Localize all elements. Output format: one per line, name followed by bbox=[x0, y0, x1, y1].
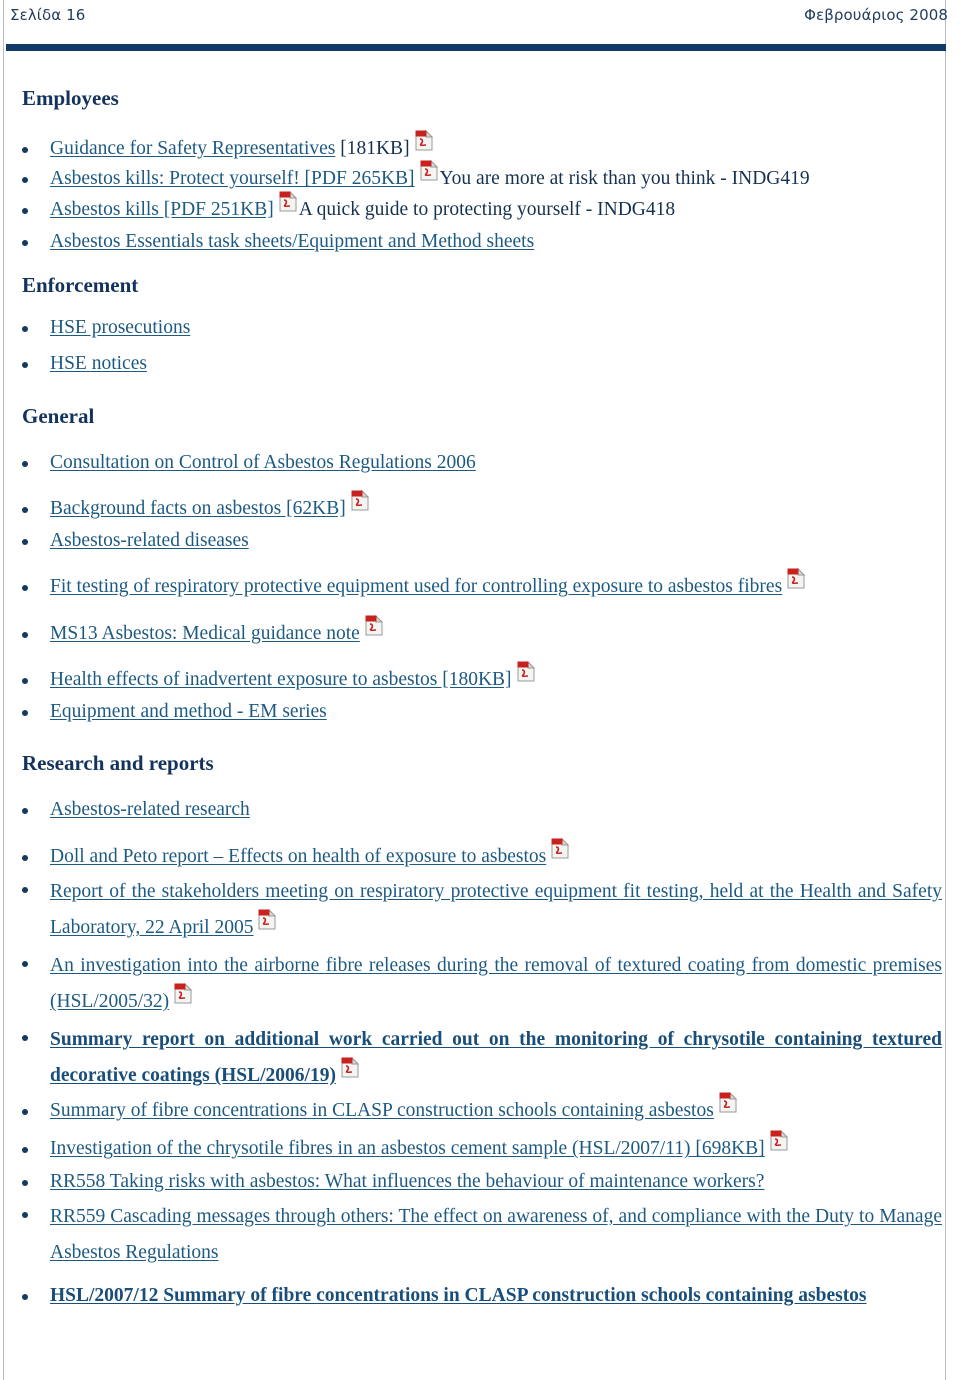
link-health-effects-inadvertent-exposure[interactable]: Health effects of inadvertent exposure t… bbox=[50, 669, 512, 690]
list-item[interactable]: RR558 Taking risks with asbestos: What i… bbox=[0, 1167, 960, 1197]
list-employees: Guidance for Safety Representatives [181… bbox=[0, 130, 960, 257]
list-item[interactable]: Background facts on asbestos [62KB] bbox=[0, 489, 960, 524]
item-description: A quick guide to protecting yourself - I… bbox=[298, 198, 676, 220]
list-item[interactable]: MS13 Asbestos: Medical guidance note bbox=[0, 614, 960, 649]
list-item[interactable]: Report of the stakeholders meeting on re… bbox=[0, 874, 960, 946]
pdf-icon bbox=[787, 568, 806, 589]
pdf-icon bbox=[420, 160, 438, 181]
list-item[interactable]: HSE prosecutions bbox=[0, 313, 960, 343]
file-size-label: [181KB] bbox=[335, 138, 410, 160]
list-item[interactable]: HSE notices bbox=[0, 349, 960, 379]
link-background-facts-asbestos[interactable]: Background facts on asbestos [62KB] bbox=[50, 498, 346, 519]
document-body: Employees Guidance for Safety Representa… bbox=[0, 58, 960, 1311]
link-hsl-2007-12-summary-fibre-concentrations[interactable]: HSL/2007/12 Summary of fibre concentrati… bbox=[50, 1285, 867, 1306]
pdf-icon bbox=[365, 614, 383, 636]
list-item[interactable]: An investigation into the airborne fibre… bbox=[0, 948, 960, 1020]
list-item[interactable]: Health effects of inadvertent exposure t… bbox=[0, 660, 960, 695]
link-rr558-taking-risks-with-asbestos[interactable]: RR558 Taking risks with asbestos: What i… bbox=[50, 1171, 764, 1192]
pdf-icon bbox=[341, 1057, 359, 1078]
list-item[interactable]: Doll and Peto report – Effects on health… bbox=[0, 837, 960, 872]
list-research-and-reports: Asbestos-related research Doll and Peto … bbox=[0, 795, 960, 1311]
pdf-icon bbox=[719, 1092, 737, 1113]
list-item[interactable]: Asbestos-related research bbox=[0, 795, 960, 825]
section-heading-employees: Employees bbox=[22, 86, 119, 110]
link-guidance-safety-representatives[interactable]: Guidance for Safety Representatives bbox=[50, 138, 335, 159]
link-fit-testing-rpe[interactable]: Fit testing of respiratory protective eq… bbox=[50, 576, 782, 597]
pdf-icon bbox=[258, 908, 277, 930]
issue-date-label: Φεβρουάριος 2008 bbox=[804, 6, 948, 24]
list-item[interactable]: HSL/2007/12 Summary of fibre concentrati… bbox=[0, 1281, 960, 1311]
link-equipment-and-method-em-series[interactable]: Equipment and method - EM series bbox=[50, 701, 327, 722]
list-item[interactable]: Asbestos-related diseases bbox=[0, 526, 960, 556]
list-enforcement: HSE prosecutions HSE notices bbox=[0, 313, 960, 379]
section-heading-enforcement: Enforcement bbox=[22, 273, 139, 298]
list-item[interactable]: Consultation on Control of Asbestos Regu… bbox=[0, 448, 960, 478]
link-asbestos-kills[interactable]: Asbestos kills [PDF 251KB] bbox=[50, 199, 274, 220]
link-asbestos-related-research[interactable]: Asbestos-related research bbox=[50, 799, 250, 820]
list-item[interactable]: Guidance for Safety Representatives [181… bbox=[0, 130, 960, 164]
page-number-label: Σελίδα 16 bbox=[10, 6, 86, 24]
running-head: Σελίδα 16 Φεβρουάριος 2008 bbox=[10, 6, 948, 28]
pdf-icon bbox=[174, 983, 193, 1004]
list-general: Consultation on Control of Asbestos Regu… bbox=[0, 448, 960, 728]
header-rule bbox=[6, 44, 946, 51]
section-heading-research-and-reports: Research and reports bbox=[22, 751, 214, 776]
list-item[interactable]: Equipment and method - EM series bbox=[0, 697, 960, 727]
section-heading-general: General bbox=[22, 403, 95, 428]
list-item[interactable]: Asbestos Essentials task sheets/Equipmen… bbox=[0, 227, 960, 257]
list-item[interactable]: Summary report on additional work carrie… bbox=[0, 1022, 960, 1094]
link-hse-prosecutions[interactable]: HSE prosecutions bbox=[50, 317, 190, 338]
link-asbestos-essentials-task-sheets[interactable]: Asbestos Essentials task sheets/Equipmen… bbox=[50, 231, 534, 252]
pdf-icon bbox=[517, 660, 535, 682]
list-item[interactable]: Asbestos kills [PDF 251KB] A quick guide … bbox=[0, 190, 960, 225]
link-hse-notices[interactable]: HSE notices bbox=[50, 353, 147, 374]
link-asbestos-related-diseases[interactable]: Asbestos-related diseases bbox=[50, 530, 249, 551]
item-description: You are more at risk than you think - IN… bbox=[439, 168, 810, 190]
list-item[interactable]: RR559 Cascading messages through others:… bbox=[0, 1199, 960, 1271]
link-summary-report-additional-work[interactable]: Summary report on additional work carrie… bbox=[50, 1029, 942, 1086]
link-ms13-medical-guidance-note[interactable]: MS13 Asbestos: Medical guidance note bbox=[50, 623, 360, 644]
list-item[interactable]: Asbestos kills: Protect yourself! [PDF 2… bbox=[0, 160, 960, 194]
link-doll-and-peto-report[interactable]: Doll and Peto report – Effects on health… bbox=[50, 846, 546, 867]
list-item[interactable]: Summary of fibre concentrations in CLASP… bbox=[0, 1092, 960, 1126]
pdf-icon bbox=[551, 837, 570, 859]
pdf-icon bbox=[279, 190, 297, 212]
list-item[interactable]: Fit testing of respiratory protective eq… bbox=[0, 568, 960, 602]
link-asbestos-kills-protect-yourself[interactable]: Asbestos kills: Protect yourself! [PDF 2… bbox=[50, 168, 415, 189]
pdf-icon bbox=[351, 489, 369, 511]
list-item[interactable]: Investigation of the chrysotile fibres i… bbox=[0, 1130, 960, 1164]
link-rr559-cascading-messages[interactable]: RR559 Cascading messages through others:… bbox=[50, 1206, 942, 1263]
pdf-icon bbox=[415, 130, 433, 151]
link-investigation-chrysotile-fibres-cement[interactable]: Investigation of the chrysotile fibres i… bbox=[50, 1138, 765, 1159]
link-consultation-control-asbestos-regulations[interactable]: Consultation on Control of Asbestos Regu… bbox=[50, 452, 476, 473]
link-summary-fibre-concentrations-clasp[interactable]: Summary of fibre concentrations in CLASP… bbox=[50, 1100, 714, 1121]
pdf-icon bbox=[770, 1130, 788, 1151]
link-report-stakeholders-meeting[interactable]: Report of the stakeholders meeting on re… bbox=[50, 881, 942, 938]
